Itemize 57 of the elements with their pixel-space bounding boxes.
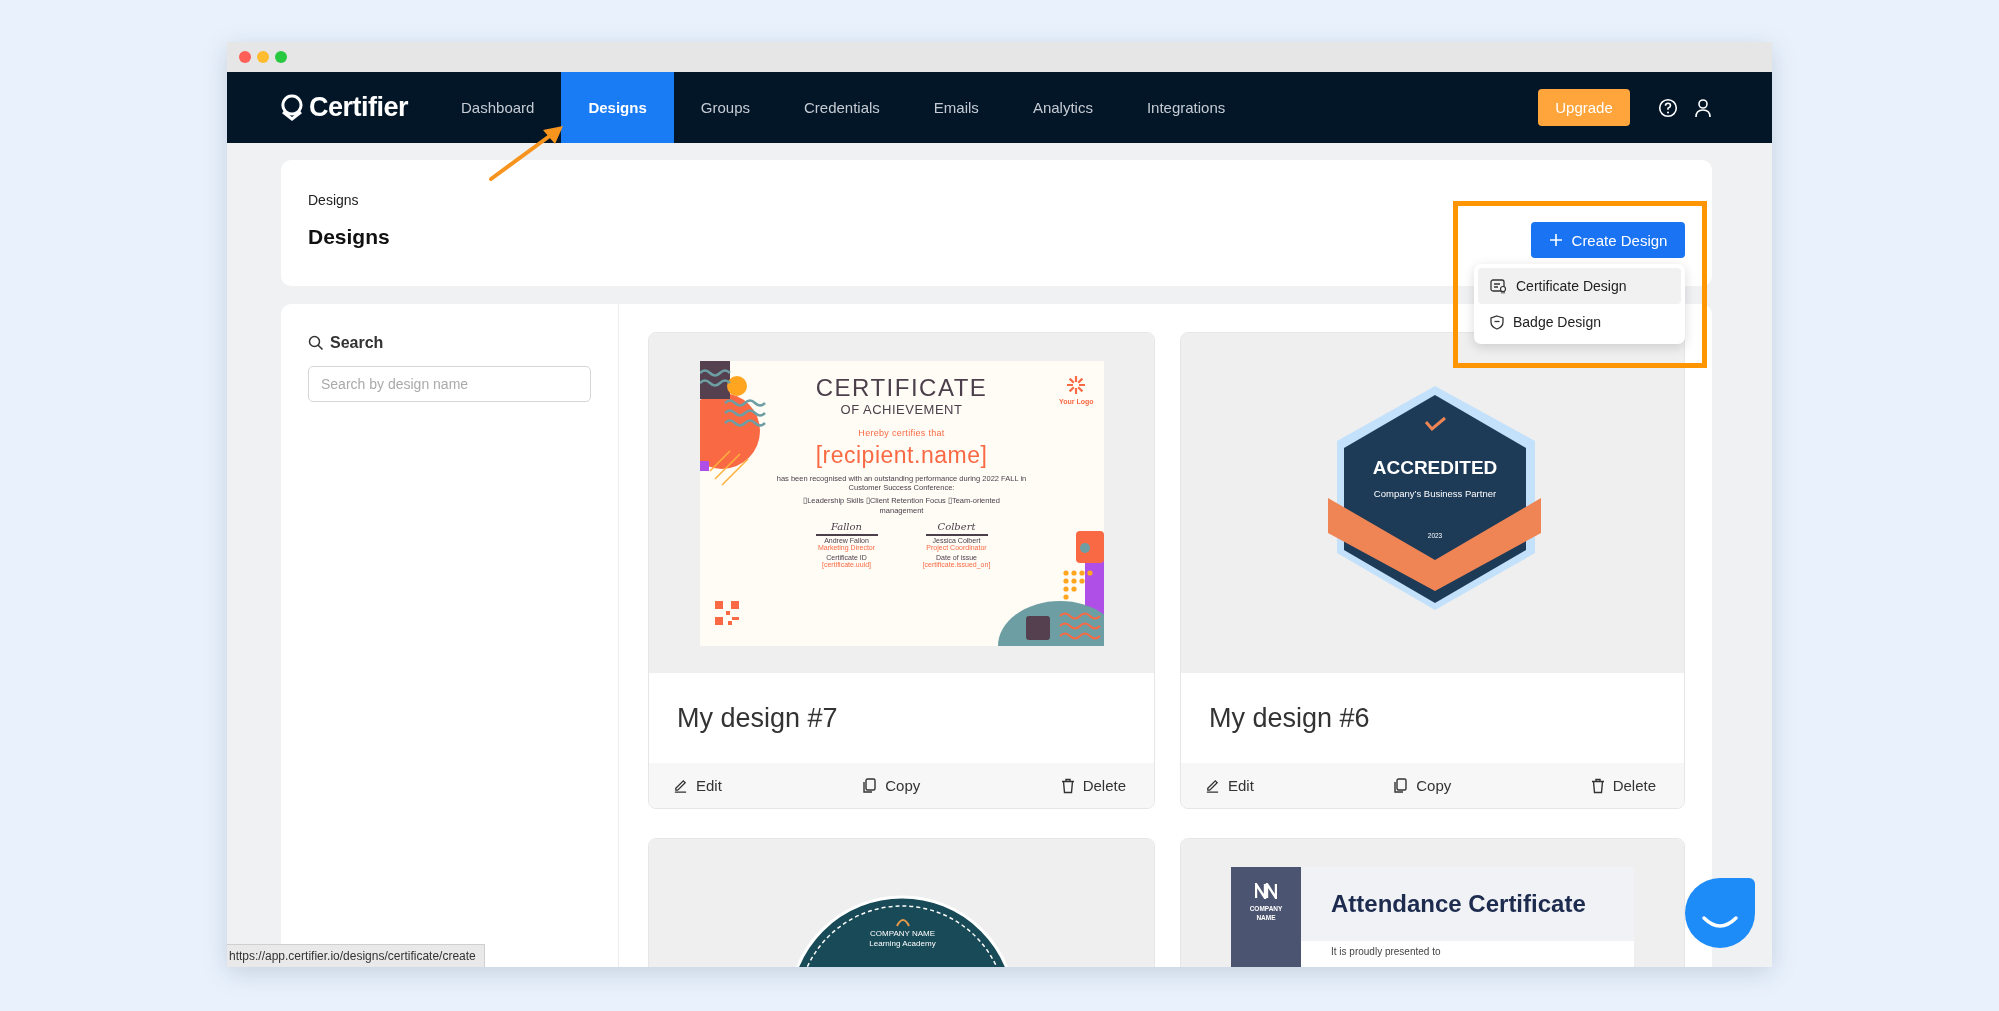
user-icon xyxy=(1694,97,1712,118)
search-icon xyxy=(308,335,324,351)
design-card[interactable] xyxy=(648,332,1155,809)
qr-code-icon xyxy=(714,600,739,625)
certificate-subtitle: OF ACHIEVEMENT xyxy=(840,401,963,417)
nav-tab[interactable]: Emails xyxy=(906,72,1006,143)
certificate-title: Attendance Certificate xyxy=(1331,890,1586,918)
nav-tab[interactable]: Groups xyxy=(673,72,777,143)
design-name: My design #7 xyxy=(676,701,839,735)
edit-button[interactable]: Edit xyxy=(1205,777,1254,794)
signature: Colbert xyxy=(937,520,976,532)
signature: Fallon xyxy=(830,520,863,532)
nav-tab[interactable]: Analytics xyxy=(1005,72,1120,143)
breadcrumb[interactable]: Designs xyxy=(308,192,390,208)
badge-subtitle: Company’s Business Partner xyxy=(1373,488,1496,499)
delete-button[interactable]: Delete xyxy=(1060,777,1126,794)
copy-icon xyxy=(862,777,878,794)
search-label: Search xyxy=(330,334,384,352)
recipient-name: [recipient.name] xyxy=(815,441,988,469)
trash-icon xyxy=(1590,777,1605,794)
nav-tab[interactable]: Designs xyxy=(561,72,674,143)
help-icon xyxy=(1658,97,1678,118)
certificate-intro: It is proudly presented to xyxy=(1330,945,1442,957)
company-logo-icon xyxy=(1255,883,1277,899)
nav-tab[interactable]: Integrations xyxy=(1119,72,1253,143)
create-design-button[interactable]: Create Design xyxy=(1531,222,1685,258)
certificate-intro: Hereby certifies that xyxy=(858,427,945,438)
copy-button[interactable]: Copy xyxy=(862,777,921,794)
academy-name: Learning Academy xyxy=(869,939,936,948)
company-name: COMPANY NAME xyxy=(869,929,935,938)
copy-button[interactable]: Copy xyxy=(1393,777,1452,794)
logo-text: Certifier xyxy=(309,92,409,123)
certificate-icon xyxy=(1490,278,1507,294)
pencil-icon xyxy=(673,778,688,793)
design-name: My design #6 xyxy=(1208,701,1371,735)
badge-title: ACCREDITED xyxy=(1372,457,1497,478)
delete-button[interactable]: Delete xyxy=(1590,777,1656,794)
minimize-window-button[interactable] xyxy=(257,51,269,63)
arch-icon xyxy=(895,918,910,927)
trash-icon xyxy=(1060,777,1075,794)
logo-icon xyxy=(280,93,304,122)
certificate-title: CERTIFICATE xyxy=(815,373,988,402)
shield-icon xyxy=(1490,314,1504,330)
menu-item[interactable]: Certificate Design xyxy=(1478,268,1681,304)
search-field[interactable]: Search by design name xyxy=(308,366,591,402)
nav-tab[interactable]: Credentials xyxy=(777,72,907,143)
plus-icon xyxy=(1548,233,1563,247)
close-window-button[interactable] xyxy=(239,51,251,63)
design-card[interactable]: COMPANY NAME Learning Academy xyxy=(648,838,1155,967)
status-url: https://app.certifier.io/designs/certificate/create xyxy=(227,944,485,967)
edit-button[interactable]: Edit xyxy=(673,777,722,794)
copy-icon xyxy=(1393,777,1409,794)
nav-tab[interactable]: Dashboard xyxy=(434,72,562,143)
zoom-window-button[interactable] xyxy=(275,51,287,63)
sun-icon xyxy=(1066,374,1087,395)
pencil-icon xyxy=(1205,778,1220,793)
page-title: Designs xyxy=(308,225,390,249)
